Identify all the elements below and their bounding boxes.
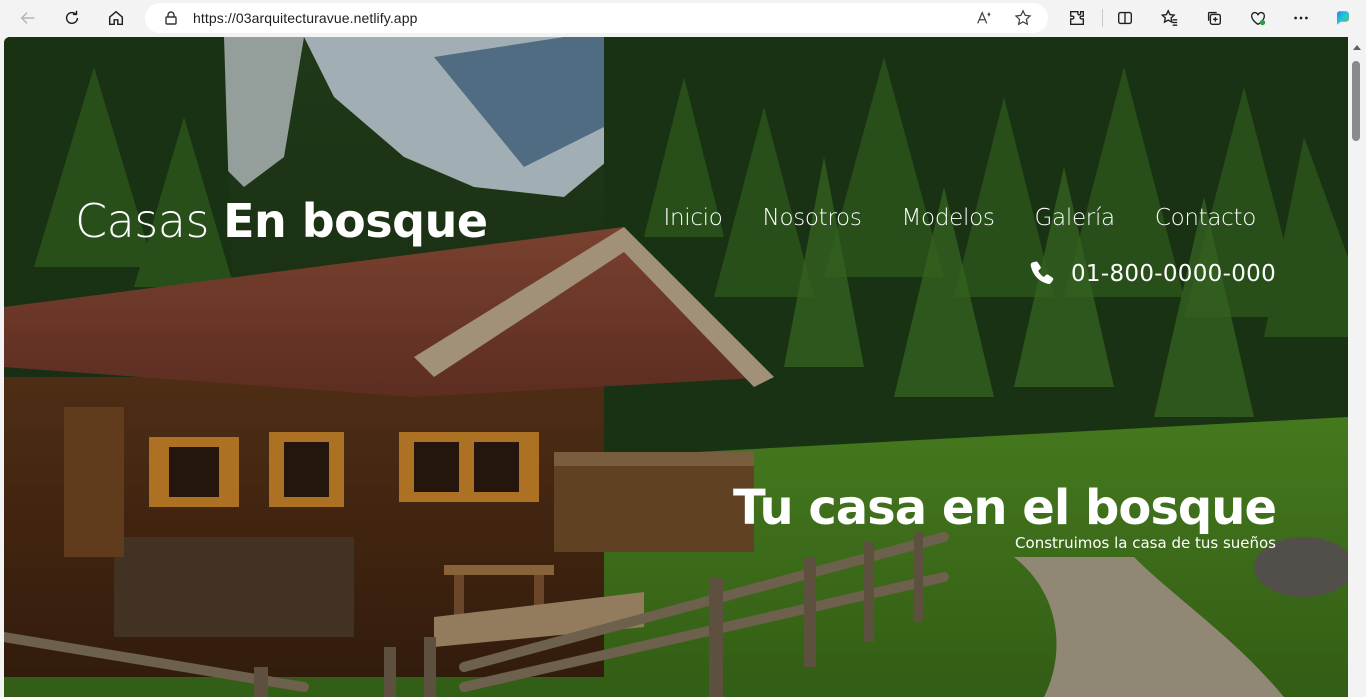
browser-toolbar: https://03arquitecturavue.netlify.app xyxy=(0,0,1366,36)
page-viewport: Casas En bosque Inicio Nosotros Modelos … xyxy=(4,37,1348,697)
favorites-icon[interactable] xyxy=(1156,4,1184,32)
browser-essentials-icon[interactable] xyxy=(1244,4,1272,32)
hero-subtitle: Construimos la casa de tus sueños xyxy=(1015,534,1276,552)
hero-tagline: Tu casa en el bosque Construimos la casa… xyxy=(732,480,1277,552)
phone-icon xyxy=(1030,261,1054,284)
phone-contact[interactable]: 01-800-0000-000 xyxy=(1027,259,1276,289)
read-aloud-icon[interactable] xyxy=(975,9,993,27)
address-bar[interactable]: https://03arquitecturavue.netlify.app xyxy=(145,3,1048,33)
scroll-up-arrow-icon[interactable] xyxy=(1353,45,1361,50)
toolbar-divider xyxy=(1102,9,1103,27)
more-icon[interactable] xyxy=(1287,4,1315,32)
nav-link-inicio[interactable]: Inicio xyxy=(663,205,722,231)
favorite-star-icon[interactable] xyxy=(1014,9,1032,27)
nav-link-contacto[interactable]: Contacto xyxy=(1155,205,1256,231)
logo-light-text: Casas xyxy=(75,194,209,248)
home-icon[interactable] xyxy=(102,4,130,32)
extensions-icon[interactable] xyxy=(1063,4,1091,32)
hero-section: Casas En bosque Inicio Nosotros Modelos … xyxy=(4,37,1348,697)
nav-link-modelos[interactable]: Modelos xyxy=(902,205,995,231)
hero-overlay xyxy=(4,37,1348,697)
nav-link-galeria[interactable]: Galería xyxy=(1035,205,1116,231)
phone-number: 01-800-0000-000 xyxy=(1071,261,1276,287)
copilot-icon[interactable] xyxy=(1329,4,1357,32)
split-screen-icon[interactable] xyxy=(1111,4,1139,32)
refresh-icon[interactable] xyxy=(58,4,86,32)
page-scrollbar[interactable] xyxy=(1348,37,1366,697)
back-icon[interactable] xyxy=(14,4,42,32)
collections-icon[interactable] xyxy=(1200,4,1228,32)
lock-icon[interactable] xyxy=(163,10,179,26)
site-logo[interactable]: Casas En bosque xyxy=(75,194,488,248)
logo-bold-text: En bosque xyxy=(223,194,488,248)
url-text[interactable]: https://03arquitecturavue.netlify.app xyxy=(193,10,417,26)
scroll-thumb[interactable] xyxy=(1352,61,1360,141)
nav-link-nosotros[interactable]: Nosotros xyxy=(763,205,862,231)
main-nav: Inicio Nosotros Modelos Galería Contacto xyxy=(663,205,1256,231)
hero-title: Tu casa en el bosque xyxy=(732,480,1277,536)
